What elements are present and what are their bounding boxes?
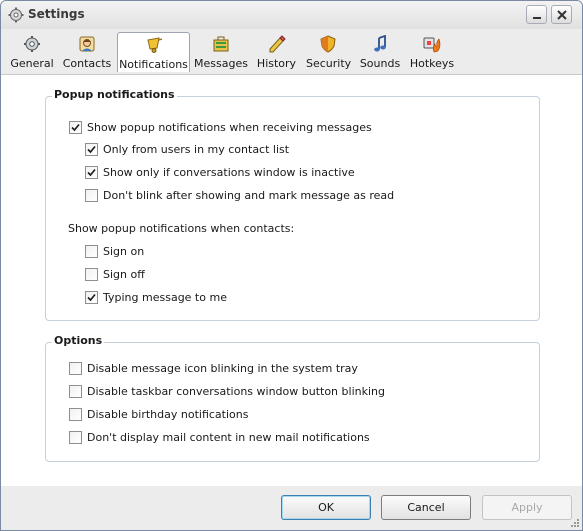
tab-label: History — [256, 57, 297, 70]
tab-label: General — [10, 57, 54, 70]
window-title: Settings — [28, 7, 85, 21]
resize-grip-icon[interactable] — [570, 518, 580, 528]
minimize-icon — [533, 17, 541, 19]
tab-contacts[interactable]: Contacts — [60, 32, 114, 72]
music-note-icon — [374, 35, 386, 52]
group-legend: Options — [52, 334, 105, 347]
history-icon — [269, 35, 286, 53]
tab-general[interactable]: General — [7, 32, 57, 72]
apply-button: Apply — [482, 495, 572, 520]
tab-hotkeys[interactable]: Hotkeys — [409, 32, 455, 72]
checkbox-label: Typing message to me — [103, 291, 227, 304]
group-legend: Popup notifications — [52, 88, 177, 101]
tab-label: Notifications — [119, 58, 188, 71]
checkbox-box[interactable] — [85, 143, 98, 156]
dialog-button-bar: OK Cancel Apply — [1, 486, 582, 530]
minimize-button[interactable] — [526, 5, 547, 24]
checkbox-label: Show only if conversations window is ina… — [103, 166, 355, 179]
checkbox-box[interactable] — [69, 408, 82, 421]
gear-icon — [24, 36, 40, 52]
tab-notifications[interactable]: Notifications — [117, 32, 190, 72]
checkbox-box[interactable] — [85, 268, 98, 281]
tab-label: Contacts — [62, 57, 112, 70]
hotkeys-icon — [423, 37, 441, 53]
tab-label: Security — [306, 57, 352, 70]
checkbox-box[interactable] — [69, 121, 82, 134]
options-group: Options Disable message icon blinking in… — [45, 334, 540, 462]
app-gear-icon — [8, 7, 24, 23]
bell-icon — [146, 37, 162, 53]
checkbox-box[interactable] — [69, 362, 82, 375]
checkmark-icon — [87, 168, 96, 177]
tab-label: Messages — [194, 57, 248, 70]
messages-icon — [213, 36, 228, 52]
checkmark-icon — [87, 293, 96, 302]
title-bar[interactable]: Settings — [1, 1, 582, 29]
checkbox-label: Only from users in my contact list — [103, 143, 290, 156]
checkbox-box[interactable] — [85, 189, 98, 202]
contacts-icon — [79, 36, 95, 52]
settings-tab-bar: General Contacts Notifications Messages … — [1, 29, 582, 75]
checkbox-box[interactable] — [69, 385, 82, 398]
checkmark-icon — [87, 145, 96, 154]
checkmark-icon — [71, 123, 80, 132]
checkbox-label: Disable taskbar conversations window but… — [87, 385, 385, 398]
tab-messages[interactable]: Messages — [194, 32, 248, 72]
checkbox-label: Disable birthday notifications — [87, 408, 249, 421]
checkbox-label: Don't blink after showing and mark messa… — [103, 189, 395, 202]
checkbox-box[interactable] — [69, 431, 82, 444]
tab-sounds[interactable]: Sounds — [359, 32, 401, 72]
notifications-panel: Popup notifications Show popup notificat… — [1, 75, 582, 486]
checkbox-label: Show popup notifications when receiving … — [87, 121, 372, 134]
tab-label: Sounds — [359, 57, 401, 70]
checkbox-box[interactable] — [85, 245, 98, 258]
checkbox-label: Sign on — [103, 245, 145, 258]
close-icon — [557, 10, 567, 20]
shield-icon — [319, 35, 336, 53]
cancel-button[interactable]: Cancel — [381, 495, 471, 520]
ok-button[interactable]: OK — [281, 495, 371, 520]
tab-label: Hotkeys — [409, 57, 455, 70]
checkbox-label: Disable message icon blinking in the sys… — [87, 362, 358, 375]
popup-notifications-group: Popup notifications Show popup notificat… — [45, 88, 540, 321]
tab-security[interactable]: Security — [306, 32, 352, 72]
close-button[interactable] — [551, 5, 572, 24]
checkbox-label: Don't display mail content in new mail n… — [87, 431, 370, 444]
settings-window: Settings General Contacts Notifications … — [0, 0, 583, 531]
checkbox-box[interactable] — [85, 291, 98, 304]
tab-history[interactable]: History — [256, 32, 297, 72]
contacts-heading: Show popup notifications when contacts: — [68, 222, 295, 235]
checkbox-label: Sign off — [103, 268, 145, 281]
checkbox-box[interactable] — [85, 166, 98, 179]
